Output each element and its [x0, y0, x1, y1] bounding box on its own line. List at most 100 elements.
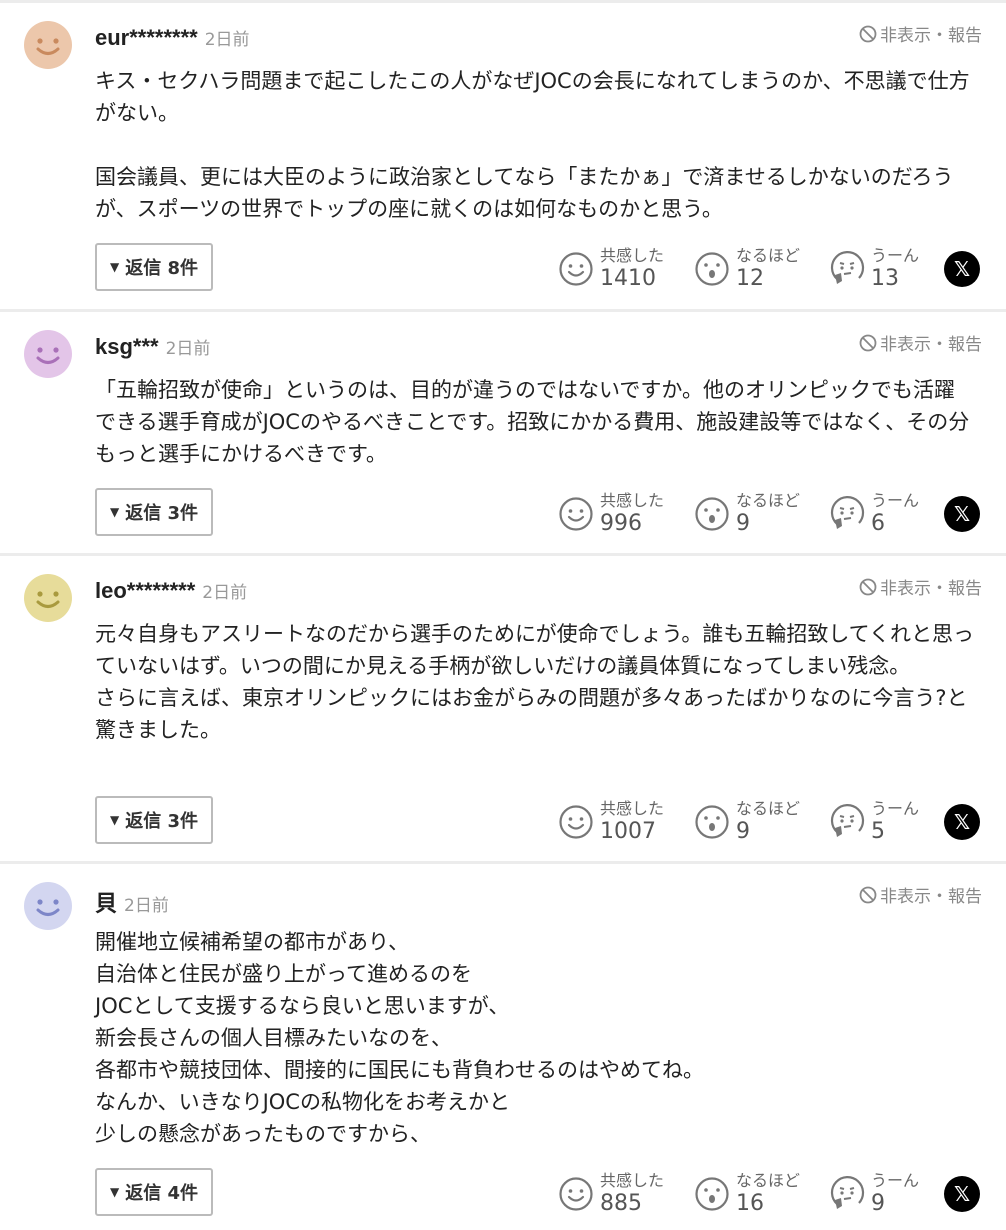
indeed-label: なるほど	[736, 1171, 801, 1190]
username[interactable]: eur********	[95, 25, 198, 51]
reaction-bar: 共感した 1410 なるほど 12 うーん 13 𝕏	[558, 241, 980, 297]
indeed-count: 16	[736, 1191, 764, 1216]
avatar	[24, 574, 72, 622]
ban-icon	[859, 25, 877, 42]
reaction-bar: 共感した 1007 なるほど 9 うーん 5 𝕏	[558, 794, 980, 850]
triangle-down-icon: ▼	[109, 813, 120, 827]
hmm-label: うーん	[871, 246, 920, 265]
empathy-count: 996	[600, 511, 642, 536]
comment-body: 元々自身もアスリートなのだから選手のためにが使命でしょう。誰も五輪招致してくれと…	[95, 622, 975, 742]
surprised-face-icon	[695, 805, 729, 839]
hide-report-link[interactable]: 非表示・報告	[858, 330, 982, 355]
x-logo-icon: 𝕏	[953, 1182, 971, 1206]
hide-report-label: 非表示・報告	[880, 335, 982, 355]
hmm-count: 9	[871, 1191, 885, 1216]
indeed-reaction-button[interactable]: なるほど 12	[694, 248, 829, 290]
avatar	[24, 21, 72, 69]
indeed-label: なるほど	[736, 246, 801, 265]
indeed-reaction-button[interactable]: なるほど 9	[694, 493, 829, 535]
hmm-reaction-button[interactable]: うーん 9	[829, 1173, 944, 1215]
indeed-label: なるほど	[736, 491, 801, 510]
ban-icon	[859, 334, 877, 351]
triangle-down-icon: ▼	[109, 1185, 120, 1199]
smile-icon	[559, 805, 593, 839]
reply-count-label: 返信 3件	[125, 811, 199, 832]
empathy-label: 共感した	[600, 799, 665, 818]
hmm-reaction-button[interactable]: うーん 13	[829, 248, 944, 290]
triangle-down-icon: ▼	[109, 260, 120, 274]
smiley-face-icon	[24, 330, 72, 378]
empathy-count: 1410	[600, 266, 656, 291]
comment-body: 開催地立候補希望の都市があり、 自治体と住民が盛り上がって進めるのを JOCとし…	[95, 930, 704, 1146]
hmm-reaction-button[interactable]: うーん 6	[829, 493, 944, 535]
hmm-count: 5	[871, 819, 885, 844]
comment-body: キス・セクハラ問題まで起こしたこの人がなぜJOCの会長になれてしまうのか、不思議…	[95, 69, 970, 221]
hide-report-label: 非表示・報告	[880, 887, 982, 907]
x-share-button[interactable]: 𝕏	[944, 804, 980, 840]
surprised-face-icon	[695, 252, 729, 286]
indeed-reaction-button[interactable]: なるほど 9	[694, 801, 829, 843]
reply-count-label: 返信 4件	[125, 1183, 199, 1204]
hmm-count: 6	[871, 511, 885, 536]
x-logo-icon: 𝕏	[953, 810, 971, 834]
avatar	[24, 882, 72, 930]
indeed-count: 9	[736, 511, 750, 536]
empathy-reaction-button[interactable]: 共感した 885	[558, 1173, 694, 1215]
hide-report-label: 非表示・報告	[880, 26, 982, 46]
thinking-face-icon	[830, 251, 865, 284]
hide-report-link[interactable]: 非表示・報告	[858, 882, 982, 907]
reply-count-label: 返信 8件	[125, 258, 199, 279]
comment-card: leo******** 2日前 非表示・報告 元々自身もアスリートなのだから選手…	[0, 553, 1006, 861]
triangle-down-icon: ▼	[109, 505, 120, 519]
smile-icon	[559, 252, 593, 286]
indeed-count: 12	[736, 266, 764, 291]
surprised-face-icon	[695, 497, 729, 531]
smile-icon	[559, 497, 593, 531]
reaction-bar: 共感した 996 なるほど 9 うーん 6 𝕏	[558, 486, 980, 542]
x-share-button[interactable]: 𝕏	[944, 251, 980, 287]
ban-icon	[859, 886, 877, 903]
hide-report-link[interactable]: 非表示・報告	[858, 21, 982, 46]
comment-feed: eur******** 2日前 非表示・報告 キス・セクハラ問題まで起こしたこの…	[0, 0, 1006, 1230]
empathy-label: 共感した	[600, 1171, 665, 1190]
indeed-count: 9	[736, 819, 750, 844]
hide-report-label: 非表示・報告	[880, 579, 982, 599]
thinking-face-icon	[830, 496, 865, 529]
avatar	[24, 330, 72, 378]
smiley-face-icon	[24, 21, 72, 69]
x-share-button[interactable]: 𝕏	[944, 496, 980, 532]
x-logo-icon: 𝕏	[953, 257, 971, 281]
hide-report-link[interactable]: 非表示・報告	[858, 574, 982, 599]
empathy-label: 共感した	[600, 491, 665, 510]
reaction-bar: 共感した 885 なるほど 16 うーん 9 𝕏	[558, 1166, 980, 1222]
comment-card: 貝 2日前 非表示・報告 開催地立候補希望の都市があり、 自治体と住民が盛り上が…	[0, 861, 1006, 1230]
comment-body: 「五輪招致が使命」というのは、目的が違うのではないですか。他のオリンピックでも活…	[95, 378, 970, 466]
thinking-face-icon	[830, 804, 865, 837]
timestamp: 2日前	[204, 30, 250, 50]
username[interactable]: ksg***	[95, 334, 159, 360]
empathy-reaction-button[interactable]: 共感した 996	[558, 493, 694, 535]
surprised-face-icon	[695, 1177, 729, 1211]
x-share-button[interactable]: 𝕏	[944, 1176, 980, 1212]
empathy-count: 1007	[600, 819, 656, 844]
username[interactable]: 貝	[95, 886, 117, 918]
timestamp: 2日前	[165, 339, 211, 359]
reply-count-label: 返信 3件	[125, 503, 199, 524]
username[interactable]: leo********	[95, 578, 195, 604]
indeed-label: なるほど	[736, 799, 801, 818]
hmm-reaction-button[interactable]: うーん 5	[829, 801, 944, 843]
replies-toggle-button[interactable]: ▼ 返信 8件	[95, 243, 213, 291]
hmm-count: 13	[871, 266, 899, 291]
comment-card: eur******** 2日前 非表示・報告 キス・セクハラ問題まで起こしたこの…	[0, 0, 1006, 309]
replies-toggle-button[interactable]: ▼ 返信 4件	[95, 1168, 213, 1216]
replies-toggle-button[interactable]: ▼ 返信 3件	[95, 796, 213, 844]
empathy-reaction-button[interactable]: 共感した 1007	[558, 801, 694, 843]
thinking-face-icon	[830, 1176, 865, 1209]
empathy-reaction-button[interactable]: 共感した 1410	[558, 248, 694, 290]
timestamp: 2日前	[202, 583, 248, 603]
indeed-reaction-button[interactable]: なるほど 16	[694, 1173, 829, 1215]
replies-toggle-button[interactable]: ▼ 返信 3件	[95, 488, 213, 536]
comment-card: ksg*** 2日前 非表示・報告 「五輪招致が使命」というのは、目的が違うので…	[0, 309, 1006, 553]
empathy-label: 共感した	[600, 246, 665, 265]
smile-icon	[559, 1177, 593, 1211]
